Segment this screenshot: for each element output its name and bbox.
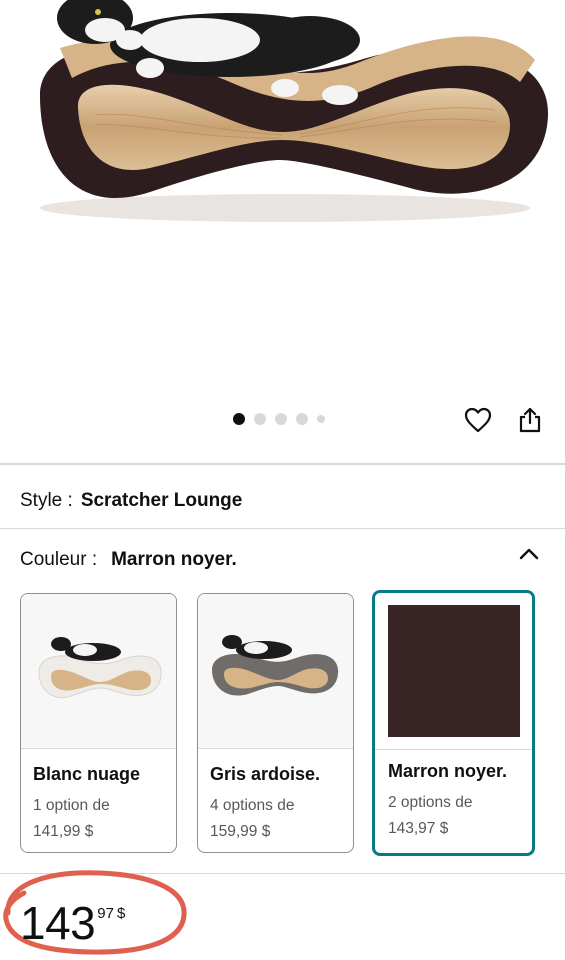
chevron-up-icon [519,548,539,560]
color-value: Marron noyer. [111,549,237,570]
swatch-name: Blanc nuage [33,764,141,784]
color-selector-header[interactable]: Couleur : Marron noyer. [20,547,237,573]
carousel-dot-active[interactable] [233,413,245,425]
style-value: Scratcher Lounge [80,490,243,511]
color-swatch-gris-ardoise[interactable]: Gris ardoise. 4 options de 159,99 $ [197,593,354,853]
product-image[interactable] [0,0,565,400]
share-button[interactable] [512,402,548,438]
carousel-dot[interactable] [296,413,308,425]
swatch-options: 1 option de 141,99 $ [33,793,110,845]
divider [0,528,565,529]
swatch-name: Marron noyer. [388,761,508,781]
scratcher-grey-image [212,635,339,696]
swatch-thumbnail [375,593,532,750]
swatch-options-text: 1 option de [33,797,110,814]
style-label: Style : [20,490,73,511]
price-fraction: 97 [97,905,114,922]
color-label: Couleur : [20,549,98,570]
swatch-options-text: 4 options de [210,797,295,814]
swatch-options-text: 2 options de [388,794,473,811]
swatch-name: Gris ardoise. [210,764,321,784]
color-swatch-marron-noyer[interactable]: Marron noyer. 2 options de 143,97 $ [372,590,535,856]
swatch-options: 2 options de 143,97 $ [388,790,472,842]
swatch-price: 141,99 $ [33,823,94,840]
swatch-thumbnail [21,594,176,749]
divider [0,463,565,465]
swatch-thumbnail [198,594,353,749]
price-currency: $ [116,905,126,922]
carousel-dot[interactable] [317,415,325,423]
image-carousel-dots[interactable] [233,412,325,426]
walnut-color-square [388,605,520,737]
share-icon [519,407,541,433]
swatch-options: 4 options de 159,99 $ [210,793,294,845]
heart-icon [464,407,492,433]
swatch-price: 159,99 $ [210,823,271,840]
style-selector[interactable]: Style : Scratcher Lounge [20,488,242,514]
swatch-price: 143,97 $ [388,820,449,837]
wishlist-button[interactable] [460,402,496,438]
color-swatch-blanc-nuage[interactable]: Blanc nuage 1 option de 141,99 $ [20,593,177,853]
collapse-color-button[interactable] [514,541,544,567]
carousel-dot[interactable] [254,413,266,425]
carousel-dot[interactable] [275,413,287,425]
product-price: 143 97 $ [20,897,125,949]
price-whole: 143 [20,897,96,949]
scratcher-white-image [38,637,162,698]
cat-scratcher-photo [40,0,549,222]
